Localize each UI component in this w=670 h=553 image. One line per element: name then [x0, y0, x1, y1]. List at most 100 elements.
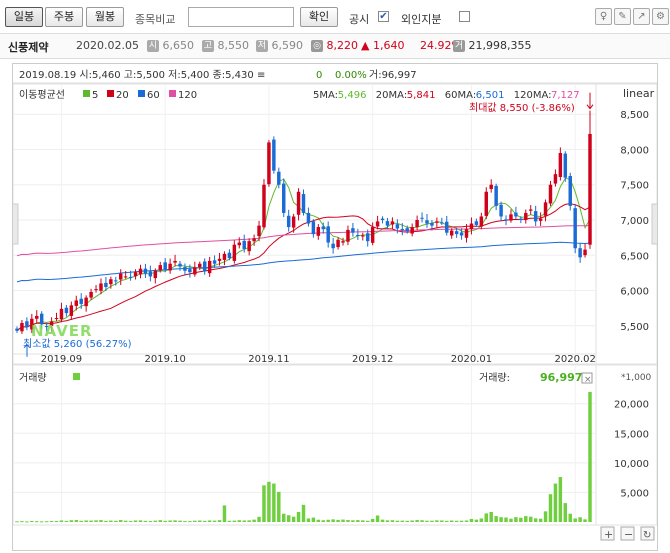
candle-body [64, 307, 69, 314]
candle-body [440, 222, 444, 224]
candle-body [385, 221, 390, 226]
candle-body [494, 185, 498, 206]
volume-bar [282, 513, 286, 522]
ma-value-label: 5MA: [313, 90, 338, 101]
settings-icon[interactable]: ⚙ [652, 8, 669, 25]
volume-bar [89, 520, 93, 522]
volume-tick-label: 20,000 [614, 400, 649, 411]
volume-bar [257, 516, 261, 522]
candle-body [104, 282, 108, 287]
volume-bar [538, 518, 543, 522]
scroll-right-handle[interactable] [651, 203, 659, 245]
candle-body [528, 209, 533, 211]
pencil-icon[interactable]: ✎ [614, 8, 631, 25]
chart-panel[interactable]: 2019.08.19 시:5,460 고:5,500 저:5,400 종:5,4… [11, 63, 659, 551]
candle-body [59, 308, 64, 320]
volume-value: 21,998,355 [468, 39, 532, 52]
candle-body [311, 221, 316, 235]
candle-body [390, 221, 395, 225]
volume-bar [351, 520, 355, 522]
foreign-label: 외인지분 [401, 13, 442, 26]
candle-body [464, 229, 469, 238]
notice-checkbox[interactable]: ✔ [378, 11, 389, 22]
volume-bar [217, 520, 222, 522]
volume-bar [30, 520, 34, 522]
candle-body [277, 171, 281, 185]
candle-body [588, 133, 592, 245]
candle-body [375, 221, 380, 227]
ma-value-label: 60MA: [445, 90, 476, 101]
volume-bar [296, 511, 301, 522]
candle-body [568, 175, 572, 206]
compare-input[interactable] [188, 7, 294, 27]
volume-bar [128, 520, 133, 522]
volume-bar [158, 520, 162, 522]
candle-body [20, 322, 24, 332]
volume-bar [341, 519, 345, 522]
volume-bar [252, 519, 256, 522]
candle-body [415, 220, 419, 228]
volume-bar [183, 521, 187, 523]
confirm-button[interactable]: 확인 [300, 7, 338, 27]
volume-bar [588, 391, 592, 522]
candle-body [583, 249, 587, 256]
candle-body [306, 212, 311, 224]
hover-change-pct: 0.00% [335, 70, 367, 81]
chart-svg[interactable]: 2019.08.19 시:5,460 고:5,500 저:5,400 종:5,4… [11, 64, 659, 550]
volume-bar [326, 519, 330, 522]
volume-bar [237, 520, 242, 522]
tab-daily[interactable]: 일봉 [5, 7, 43, 27]
volume-bar [104, 520, 108, 522]
volume-bar [420, 520, 424, 522]
volume-bar [133, 520, 138, 522]
high-tag-icon: 고 [202, 40, 214, 52]
hover-volume: 거:96,997 [369, 69, 417, 81]
candle-body [524, 212, 528, 220]
ma-value: 6,501 [476, 90, 505, 101]
compare-label: 종목비교 [135, 13, 176, 26]
candle-body [128, 276, 133, 278]
volume-bar [435, 520, 439, 522]
candle-body [351, 228, 355, 233]
volume-bar [301, 504, 306, 522]
volume-bar [232, 520, 237, 522]
candle-body [262, 184, 266, 228]
volume-bar [524, 516, 528, 522]
candle-body [365, 233, 370, 242]
candle-body [395, 224, 400, 229]
price-tick-label: 7,000 [620, 216, 649, 227]
candle-body [252, 238, 256, 242]
volume-field: 거 21,998,355 [453, 39, 531, 52]
zoom-controls[interactable]: + − ↻ [600, 526, 655, 541]
volume-tag-icon: 거 [453, 40, 465, 52]
ma-legend-label: 60 [147, 90, 160, 101]
volume-bar [272, 483, 276, 522]
lightbulb-icon[interactable]: ♀ [595, 8, 612, 25]
scroll-left-handle[interactable] [11, 203, 19, 245]
foreign-checkbox[interactable] [459, 11, 470, 22]
date-tick-label: 2020.01 [451, 354, 492, 365]
candle-body [163, 262, 167, 270]
candle-body [114, 280, 118, 282]
volume-bar [212, 520, 217, 522]
tab-monthly[interactable]: 월봉 [86, 7, 124, 27]
date-tick-label: 2019.09 [41, 354, 82, 365]
arrow-tool-icon[interactable]: ↗ [633, 8, 650, 25]
volume-bar [39, 521, 44, 523]
price-tick-label: 8,000 [620, 145, 649, 156]
volume-panel [12, 364, 597, 526]
date-tick-label: 2020.02 [555, 354, 596, 365]
volume-bar [143, 520, 148, 522]
volume-bar [405, 520, 409, 522]
tab-weekly[interactable]: 주봉 [45, 7, 83, 27]
candle-body [558, 153, 563, 177]
volume-bar [336, 519, 340, 522]
scale-label[interactable]: linear [623, 87, 655, 100]
volume-bar [242, 520, 246, 522]
ma-legend-swatch [138, 90, 145, 97]
volume-bar [119, 520, 123, 522]
volume-bar [94, 520, 98, 522]
volume-bar [79, 520, 83, 522]
candle-body [316, 227, 321, 236]
candle-body [538, 218, 543, 221]
